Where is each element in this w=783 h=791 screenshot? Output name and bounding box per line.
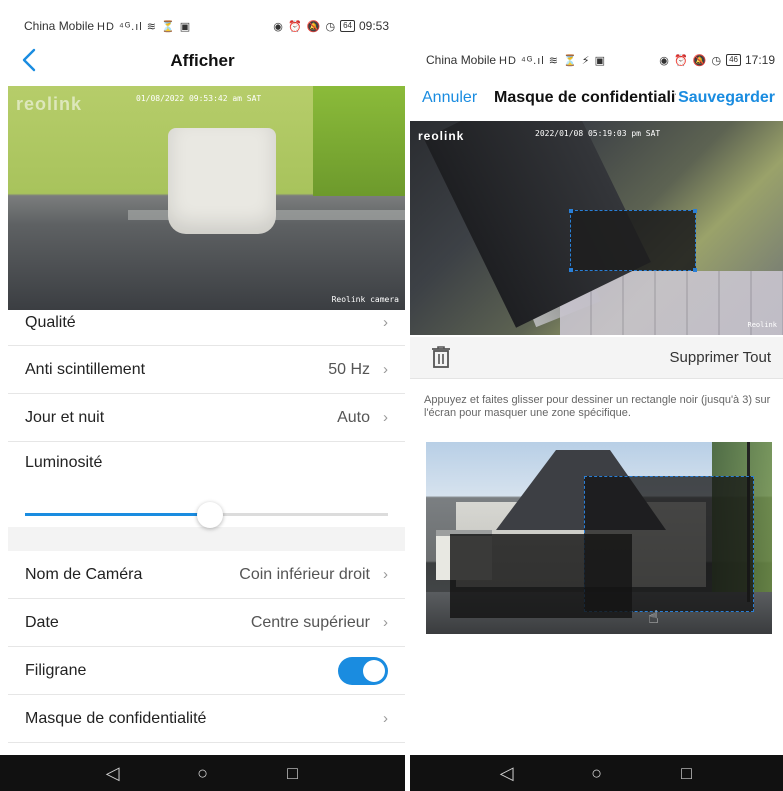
network-icons: HD ⁴ᴳ.ıl ≋ ⏳ ⚡ ▣: [499, 54, 606, 67]
clock: 09:53: [358, 19, 389, 33]
anti-flicker-row[interactable]: Anti scintillement 50 Hz ›: [8, 346, 405, 394]
date-row[interactable]: Date Centre supérieur ›: [8, 599, 405, 647]
camera-watermark-logo: reolink: [16, 94, 83, 114]
camera-preview[interactable]: reolink 2022/01/08 05:19:03 pm SAT Reoli…: [410, 121, 783, 335]
quality-row[interactable]: Qualité ›: [8, 300, 405, 346]
camera-name-label: Nom de Caméra: [25, 565, 143, 583]
nav-home-icon[interactable]: ○: [586, 763, 608, 784]
nav-recent-icon[interactable]: □: [676, 763, 698, 784]
camera-preview: reolink 01/08/2022 09:53:42 am SAT Reoli…: [8, 86, 405, 310]
scene-basket: [168, 128, 276, 234]
chevron-right-icon: ›: [383, 314, 388, 331]
carrier-name: China Mobile: [24, 19, 95, 33]
clock: 17:19: [744, 53, 775, 67]
resize-handle[interactable]: [569, 209, 573, 213]
watermark-toggle[interactable]: [338, 656, 388, 685]
privacy-mask-rectangle[interactable]: [569, 209, 697, 272]
battery-icon: 64: [340, 20, 355, 32]
battery-icon: 46: [726, 54, 741, 66]
delete-all-button[interactable]: Supprimer Tout: [670, 349, 771, 366]
camera-timestamp: 2022/01/08 05:19:03 pm SAT: [535, 129, 661, 138]
header: Afficher: [0, 40, 405, 82]
status-icons: ◉ ⏰ 🔕 ◷: [659, 54, 723, 67]
page-title: Masque de confidentialité: [494, 89, 690, 106]
toggle-knob: [363, 659, 385, 682]
status-bar: China Mobile HD ⁴ᴳ.ıl ≋ ⏳ ⚡ ▣ ◉ ⏰ 🔕 ◷ 46…: [410, 40, 783, 80]
nav-back-icon[interactable]: ◁: [102, 763, 124, 784]
hand-drag-icon: ☝: [648, 607, 659, 627]
nav-back-icon[interactable]: ◁: [496, 763, 518, 784]
chevron-right-icon: ›: [383, 710, 388, 727]
chevron-right-icon: ›: [383, 614, 388, 631]
camera-timestamp: 01/08/2022 09:53:42 am SAT: [136, 94, 262, 103]
watermark-row: Filigrane: [8, 647, 405, 695]
brightness-row: Luminosité: [8, 442, 405, 528]
nav-home-icon[interactable]: ○: [192, 763, 214, 784]
nav-recent-icon[interactable]: □: [282, 763, 304, 784]
privacy-mask-label: Masque de confidentialité: [25, 709, 207, 727]
page-title: Afficher: [170, 51, 235, 70]
system-navbar: ◁ ○ □: [410, 755, 783, 791]
resize-handle[interactable]: [693, 209, 697, 213]
example-mask-rectangle: [450, 534, 632, 618]
mask-toolbar: Supprimer Tout: [410, 337, 783, 379]
camera-name-value: Coin inférieur droit: [239, 565, 370, 583]
system-navbar: ◁ ○ □: [0, 755, 405, 791]
date-label: Date: [25, 613, 59, 631]
save-button[interactable]: Sauvegarder: [676, 89, 775, 107]
day-night-label: Jour et nuit: [25, 408, 105, 426]
status-icons: ◉ ⏰ 🔕 ◷: [273, 20, 337, 33]
anti-flicker-label: Anti scintillement: [25, 360, 146, 378]
date-value: Centre supérieur: [250, 613, 370, 631]
carrier-name: China Mobile: [426, 53, 497, 67]
display-settings-screen: China Mobile HD ⁴ᴳ.ıl ≋ ⏳ ▣ ◉ ⏰ 🔕 ◷ 64 0…: [0, 0, 405, 791]
header: Annuler Masque de confidentialité Sauveg…: [410, 85, 783, 115]
section-divider: [8, 527, 405, 551]
slider-fill: [25, 513, 211, 516]
resize-handle[interactable]: [693, 268, 697, 272]
camera-name-row[interactable]: Nom de Caméra Coin inférieur droit ›: [8, 551, 405, 599]
chevron-right-icon: ›: [383, 409, 388, 426]
quality-label: Qualité: [25, 313, 76, 331]
privacy-mask-screen: China Mobile HD ⁴ᴳ.ıl ≋ ⏳ ⚡ ▣ ◉ ⏰ 🔕 ◷ 46…: [410, 0, 783, 791]
trash-icon[interactable]: [430, 345, 452, 369]
settings-list: Qualité › Anti scintillement 50 Hz › Jou…: [8, 300, 405, 743]
scene-plant: [313, 86, 405, 196]
brightness-slider[interactable]: [25, 501, 388, 528]
resize-handle[interactable]: [569, 268, 573, 272]
brightness-label: Luminosité: [25, 454, 103, 471]
slider-thumb[interactable]: [197, 502, 224, 528]
chevron-right-icon: ›: [383, 566, 388, 583]
camera-watermark-logo: reolink: [418, 129, 465, 143]
example-illustration: ☝: [426, 442, 772, 634]
camera-name-overlay: Reolink: [747, 321, 777, 329]
anti-flicker-value: 50 Hz: [328, 360, 370, 378]
day-night-value: Auto: [337, 408, 370, 426]
cancel-button[interactable]: Annuler: [422, 89, 477, 107]
network-icons: HD ⁴ᴳ.ıl ≋ ⏳ ▣: [97, 20, 192, 33]
day-night-row[interactable]: Jour et nuit Auto ›: [8, 394, 405, 442]
watermark-label: Filigrane: [25, 661, 87, 679]
chevron-right-icon: ›: [383, 361, 388, 378]
privacy-mask-row[interactable]: Masque de confidentialité ›: [8, 695, 405, 743]
instructions-text: Appuyez et faites glisser pour dessiner …: [424, 394, 771, 419]
